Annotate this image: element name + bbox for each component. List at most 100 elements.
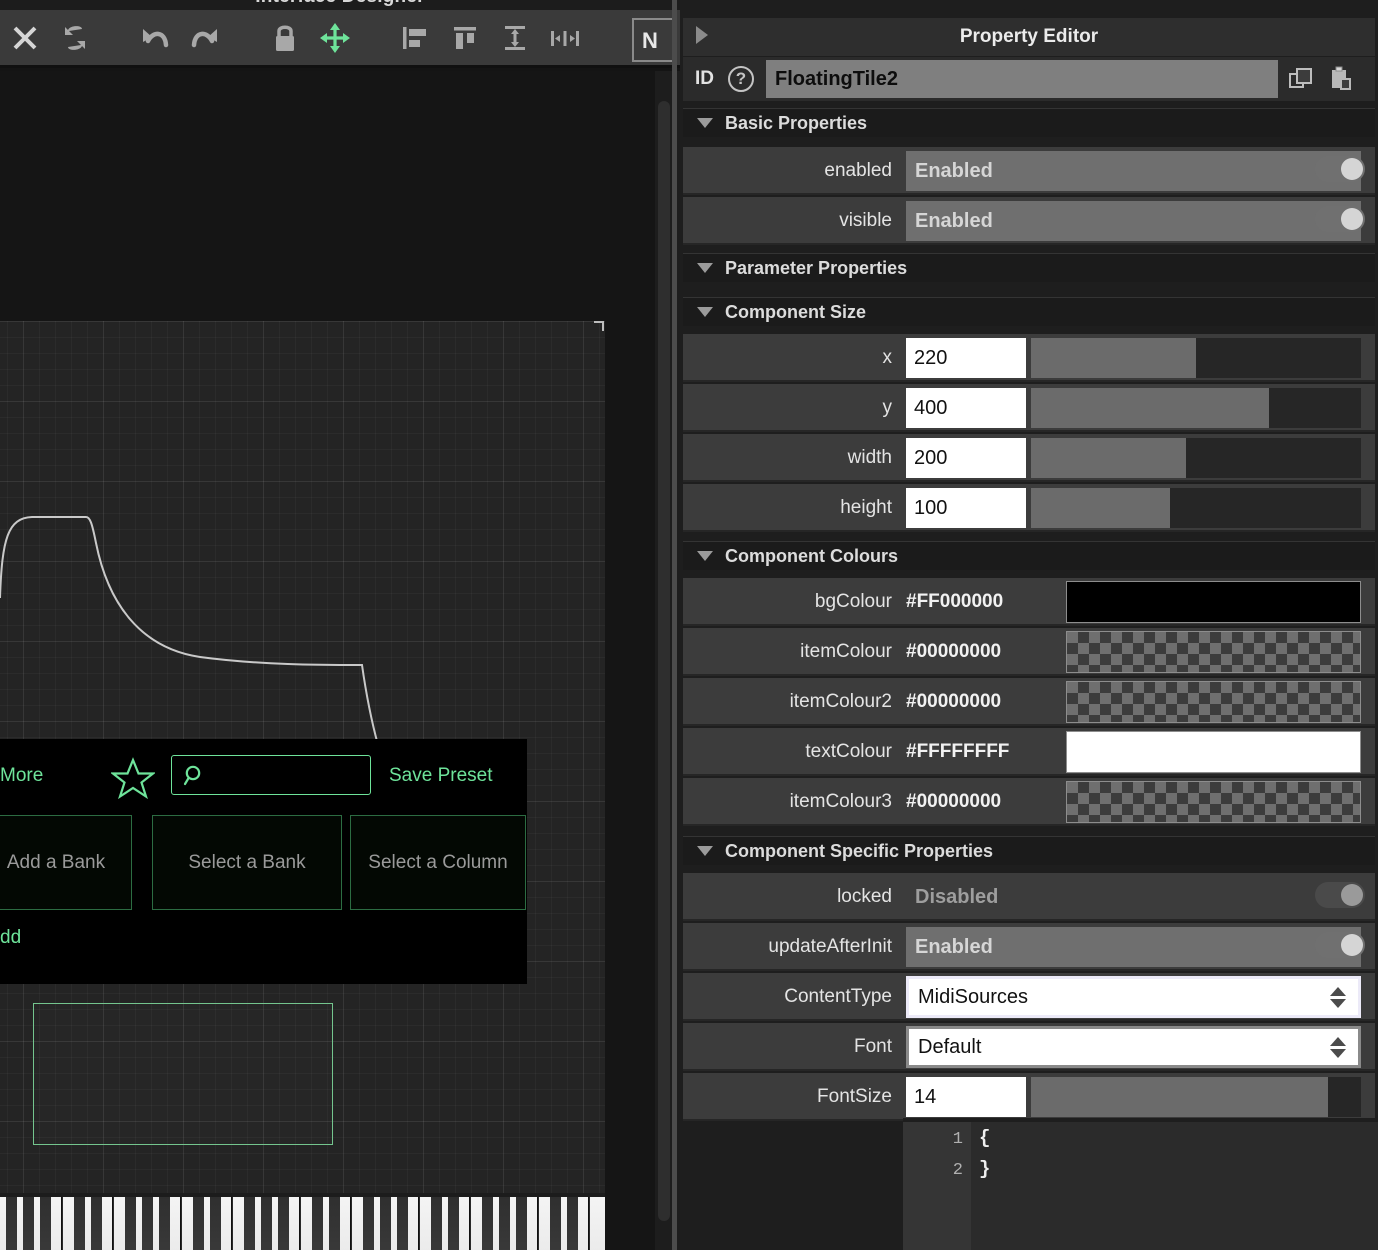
select-a-bank-panel[interactable]: Select a Bank: [152, 815, 342, 910]
toggle-switch-updateafterinit[interactable]: [1315, 932, 1365, 958]
piano-black-key[interactable]: [22, 1197, 34, 1250]
code-line-number: 2: [952, 1161, 963, 1180]
section-header-component-colours[interactable]: Component Colours: [683, 541, 1375, 570]
preset-browser-overlay[interactable]: More Save Preset Add a Bank Select a Ban…: [0, 739, 527, 984]
piano-black-key[interactable]: [260, 1197, 272, 1250]
piano-black-key[interactable]: [549, 1197, 561, 1250]
add-a-bank-panel[interactable]: Add a Bank: [0, 815, 132, 910]
save-preset-button[interactable]: Save Preset: [389, 765, 493, 787]
colour-swatch-bgcolour[interactable]: [1066, 581, 1361, 623]
toggle-switch-enabled[interactable]: [1315, 156, 1365, 182]
prop-row-width: width 200: [683, 434, 1375, 482]
envelope-curve: [0, 516, 379, 746]
piano-black-key[interactable]: [447, 1197, 459, 1250]
align-left-button[interactable]: [390, 9, 440, 67]
toolbar-overflow-button[interactable]: N: [632, 18, 676, 62]
x-input[interactable]: 220: [906, 338, 1026, 378]
section-header-parameter-properties[interactable]: Parameter Properties: [683, 253, 1375, 282]
y-input[interactable]: 400: [906, 388, 1026, 428]
distribute-vertical-button[interactable]: [490, 9, 540, 67]
piano-black-key[interactable]: [396, 1197, 408, 1250]
move-button[interactable]: [310, 9, 360, 67]
y-slider[interactable]: [1031, 388, 1361, 428]
piano-black-key[interactable]: [243, 1197, 255, 1250]
width-slider[interactable]: [1031, 438, 1361, 478]
design-canvas[interactable]: More Save Preset Add a Bank Select a Ban…: [0, 71, 655, 1250]
colour-swatch-itemcolour[interactable]: [1066, 631, 1361, 673]
section-header-component-size[interactable]: Component Size: [683, 297, 1375, 326]
copy-icon[interactable]: [1284, 59, 1318, 99]
colour-hex-value[interactable]: #00000000: [906, 678, 1061, 726]
piano-black-key[interactable]: [90, 1197, 102, 1250]
toggle-switch-locked[interactable]: [1315, 882, 1365, 908]
midi-keyboard[interactable]: [0, 1193, 605, 1250]
piano-black-key[interactable]: [192, 1197, 204, 1250]
colour-hex-value[interactable]: #00000000: [906, 778, 1061, 826]
toggle-value[interactable]: Enabled: [906, 151, 1361, 191]
piano-black-key[interactable]: [498, 1197, 510, 1250]
paste-icon[interactable]: [1324, 59, 1358, 99]
colour-swatch-itemcolour3[interactable]: [1066, 781, 1361, 823]
prop-label: width: [847, 447, 892, 468]
colour-swatch-textcolour[interactable]: [1066, 731, 1361, 773]
fontsize-slider[interactable]: [1031, 1077, 1361, 1117]
piano-black-key[interactable]: [124, 1197, 136, 1250]
colour-hex-value[interactable]: #FFFFFFFF: [906, 728, 1061, 776]
colour-hex-value[interactable]: #00000000: [906, 628, 1061, 676]
height-input[interactable]: 100: [906, 488, 1026, 528]
piano-black-key[interactable]: [39, 1197, 51, 1250]
preset-more-button[interactable]: More: [0, 765, 43, 787]
selected-component-outline[interactable]: [33, 1003, 333, 1145]
toggle-switch-visible[interactable]: [1315, 206, 1365, 232]
section-header-basic-properties[interactable]: Basic Properties: [683, 108, 1375, 137]
toggle-value[interactable]: Enabled: [906, 927, 1361, 967]
star-icon[interactable]: [109, 757, 157, 804]
fontsize-input[interactable]: 14: [906, 1077, 1026, 1117]
prop-row-bgcolour: bgColour #FF000000: [683, 578, 1375, 626]
width-input[interactable]: 200: [906, 438, 1026, 478]
piano-black-key[interactable]: [209, 1197, 221, 1250]
piano-black-key[interactable]: [141, 1197, 153, 1250]
id-input[interactable]: [766, 60, 1278, 98]
contenttype-select[interactable]: MidiSources: [906, 976, 1361, 1018]
preset-add-button[interactable]: dd: [0, 927, 21, 949]
font-select[interactable]: Default: [906, 1026, 1361, 1068]
align-top-button[interactable]: [440, 9, 490, 67]
piano-black-key[interactable]: [311, 1197, 323, 1250]
toggle-value[interactable]: Enabled: [906, 201, 1361, 241]
search-input[interactable]: [171, 755, 371, 795]
height-slider[interactable]: [1031, 488, 1361, 528]
piano-black-key[interactable]: [566, 1197, 578, 1250]
undo-button[interactable]: [130, 9, 180, 67]
toggle-value[interactable]: Disabled: [906, 877, 1361, 917]
question-mark-icon[interactable]: ?: [728, 66, 754, 92]
colour-hex-value[interactable]: #FF000000: [906, 578, 1061, 626]
redo-button[interactable]: [180, 9, 230, 67]
pane-divider[interactable]: [672, 0, 677, 1250]
piano-black-key[interactable]: [481, 1197, 493, 1250]
prop-row-font: Font Default: [683, 1023, 1375, 1071]
piano-white-key[interactable]: [589, 1197, 605, 1250]
code-editor[interactable]: 1 2 { }: [903, 1122, 1378, 1250]
x-slider[interactable]: [1031, 338, 1361, 378]
piano-black-key[interactable]: [5, 1197, 17, 1250]
piano-black-key[interactable]: [158, 1197, 170, 1250]
piano-black-key[interactable]: [515, 1197, 527, 1250]
slider-fill: [1031, 488, 1170, 528]
piano-black-key[interactable]: [277, 1197, 289, 1250]
piano-black-key[interactable]: [379, 1197, 391, 1250]
piano-black-key[interactable]: [430, 1197, 442, 1250]
canvas-scrollbar-thumb[interactable]: [658, 101, 670, 1221]
piano-black-key[interactable]: [328, 1197, 340, 1250]
section-header-component-specific-properties[interactable]: Component Specific Properties: [683, 836, 1375, 865]
refresh-button[interactable]: [50, 9, 100, 67]
lock-button[interactable]: [260, 9, 310, 67]
select-a-column-panel[interactable]: Select a Column: [350, 815, 526, 910]
close-button[interactable]: [0, 9, 50, 67]
page-title: Interface Designer: [0, 0, 680, 8]
colour-swatch-itemcolour2[interactable]: [1066, 681, 1361, 723]
distribute-horizontal-button[interactable]: [540, 9, 590, 67]
piano-black-key[interactable]: [73, 1197, 85, 1250]
piano-black-key[interactable]: [362, 1197, 374, 1250]
prop-label: textColour: [805, 741, 892, 762]
